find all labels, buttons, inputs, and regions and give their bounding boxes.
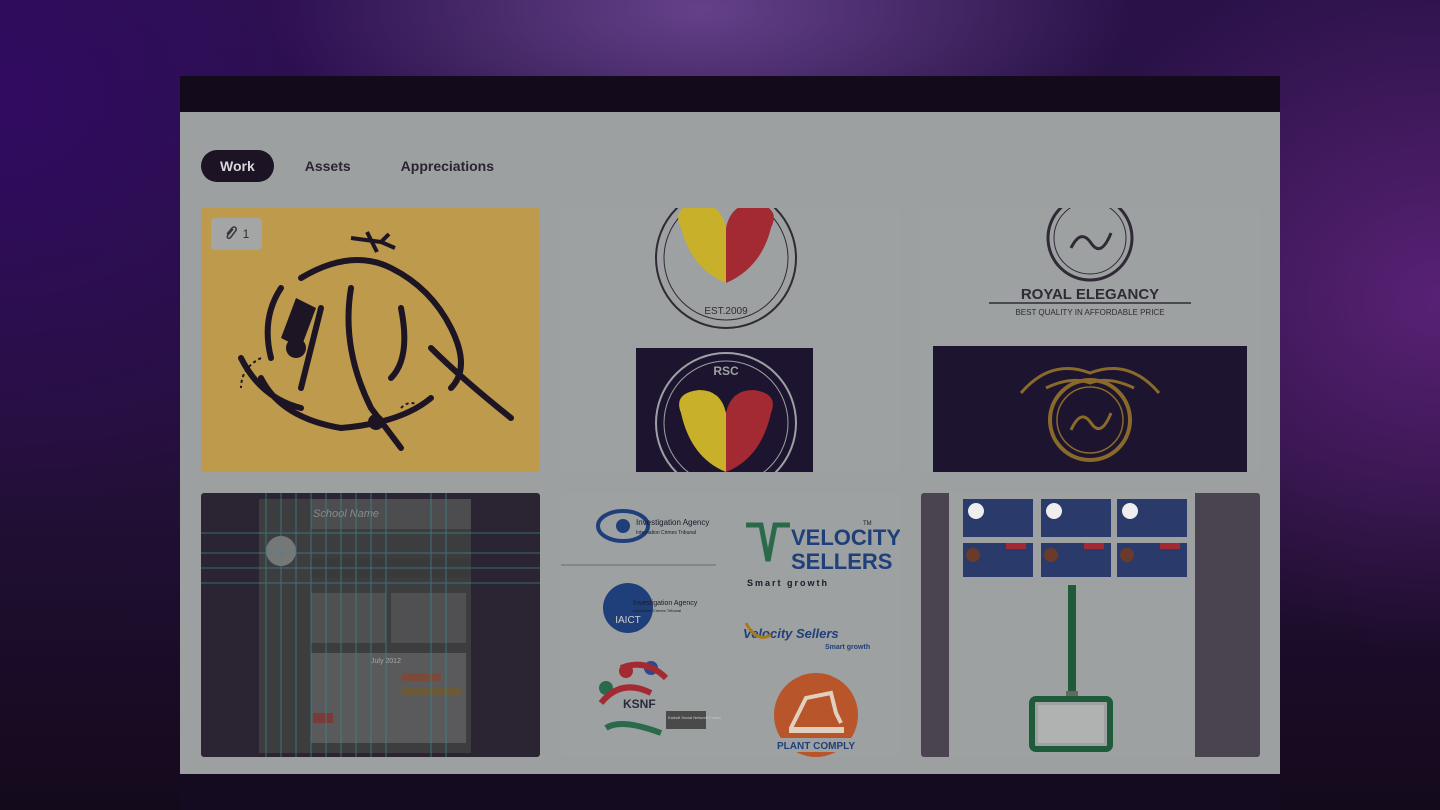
id-card-row-2 (963, 543, 1187, 577)
agency-sub-1: Internation Crimes Tribunal (636, 530, 696, 536)
royal-elegancy-tagline: BEST QUALITY IN AFFORDABLE PRICE (1015, 308, 1164, 317)
smart-growth-1: Smart growth (747, 578, 829, 588)
profile-tabs: Work Assets Appreciations (201, 150, 525, 182)
paperclip-icon (224, 225, 238, 244)
ksnf-text: KSNF (623, 697, 656, 711)
smart-growth-2: Smart growth (825, 644, 870, 651)
project-card-royal-elegancy[interactable]: ROYAL ELEGANCY BEST QUALITY IN AFFORDABL… (921, 208, 1260, 472)
bottom-bar (180, 774, 1280, 810)
plant-comply-text: PLANT COMPLY (777, 741, 855, 752)
rsc-title-text: RSC (713, 364, 739, 378)
project-card-rsc[interactable]: EST.2009 RSC (561, 208, 900, 472)
rsc-est-text: EST.2009 (704, 306, 748, 317)
logo-collection-artwork: Investigation Agency Internation Crimes … (561, 509, 900, 757)
top-bar (180, 76, 1280, 112)
school-ui-artwork: School Name July 2012 (201, 493, 540, 757)
ksnf-sub: Kalkott Social Network Forum (668, 715, 721, 720)
project-card-id-cards[interactable] (921, 493, 1260, 757)
royal-elegancy-artwork: ROYAL ELEGANCY BEST QUALITY IN AFFORDABL… (933, 208, 1247, 472)
attachment-count: 1 (242, 227, 250, 241)
tab-work[interactable]: Work (201, 150, 274, 182)
sellers-text: SELLERS (791, 549, 892, 574)
velocity-tm: TM (863, 521, 872, 527)
rsc-logo-light: EST.2009 RSC (636, 208, 813, 472)
project-card-school-ui[interactable]: School Name July 2012 (201, 493, 540, 757)
school-name-text: School Name (313, 508, 379, 520)
tab-appreciations[interactable]: Appreciations (382, 150, 513, 182)
id-cards-artwork (921, 493, 1260, 757)
velocity-sellers-script: Velocity Sellers (743, 626, 839, 641)
project-card-logo-collection[interactable]: Investigation Agency Internation Crimes … (561, 493, 900, 757)
project-card-calligraphy[interactable]: 1 (201, 208, 540, 472)
agency-name-2: Investigation Agency (633, 600, 698, 607)
velocity-text: VELOCITY (791, 525, 900, 550)
lanyard-strap (1068, 585, 1076, 695)
id-card-row-1 (963, 499, 1187, 537)
iaict-text: IAICT (615, 615, 641, 626)
portfolio-window: Work Assets Appreciations 1 EST.2009 RSC… (180, 76, 1280, 810)
agency-name-1: Investigation Agency (636, 518, 709, 527)
attachment-badge: 1 (211, 218, 262, 250)
agency-sub-2: Internation Crimes Tribunal (633, 608, 681, 613)
project-grid: 1 EST.2009 RSC ROYAL ELEGANCY BEST QUALI… (201, 208, 1260, 757)
tab-assets[interactable]: Assets (286, 150, 370, 182)
royal-elegancy-brand: ROYAL ELEGANCY (1021, 286, 1159, 303)
